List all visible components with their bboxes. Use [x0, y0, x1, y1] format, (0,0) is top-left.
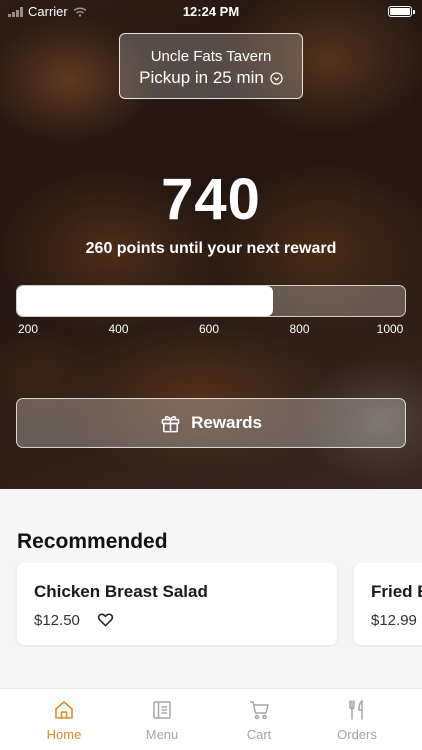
chevron-down-circle-icon	[270, 71, 283, 85]
progress-tick-labels: 200 400 600 800 1000	[16, 322, 406, 338]
hero-banner: Carrier 12:24 PM Uncle Fats Tavern Picku…	[0, 0, 422, 489]
recommended-carousel[interactable]: Chicken Breast Salad $12.50 Fried B $12.…	[0, 563, 422, 647]
item-price: $12.99	[371, 612, 417, 629]
tab-orders-label: Orders	[337, 727, 377, 742]
progress-tick-label: 800	[289, 322, 310, 336]
points-until-reward: 260 points until your next reward	[85, 240, 337, 257]
tab-home[interactable]: Home	[19, 689, 109, 750]
gift-icon	[161, 415, 180, 432]
rewards-progress-bar	[16, 285, 406, 317]
home-icon	[55, 701, 73, 719]
tab-cart-label: Cart	[246, 727, 272, 742]
rewards-progress-fill	[17, 286, 274, 316]
item-name: Fried B	[371, 582, 422, 601]
status-time: 12:24 PM	[182, 4, 240, 19]
bottom-tab-bar: Home Menu Cart Orders	[0, 688, 422, 750]
battery-icon	[388, 6, 415, 17]
progress-tick-label: 400	[108, 322, 129, 336]
pickup-label: Pickup in 25 min	[139, 68, 264, 87]
tab-home-label: Home	[46, 727, 82, 742]
status-bar: Carrier 12:24 PM	[0, 0, 422, 22]
recommended-item-card[interactable]: Fried B $12.99	[354, 563, 422, 645]
tab-menu[interactable]: Menu	[117, 689, 207, 750]
menu-icon	[153, 701, 171, 719]
tab-menu-label: Menu	[145, 727, 179, 742]
progress-tick-label: 600	[198, 322, 220, 336]
rewards-button-label: Rewards	[191, 413, 262, 432]
points-balance: 740	[161, 167, 261, 232]
favorite-heart-icon[interactable]	[97, 611, 114, 628]
pickup-time: Pickup in 25 min	[120, 68, 302, 88]
progress-tick-label: 1000	[376, 322, 404, 336]
recommended-item-card[interactable]: Chicken Breast Salad $12.50	[17, 563, 337, 645]
store-name: Uncle Fats Tavern	[150, 48, 272, 65]
tab-orders[interactable]: Orders	[312, 689, 402, 750]
tab-cart[interactable]: Cart	[214, 689, 304, 750]
item-name: Chicken Breast Salad	[34, 582, 208, 601]
fork-knife-icon	[349, 699, 363, 720]
recommended-title: Recommended	[17, 530, 168, 553]
progress-tick-label: 200	[17, 322, 39, 336]
store-selector[interactable]: Uncle Fats Tavern Pickup in 25 min	[119, 33, 303, 99]
rewards-button[interactable]: Rewards	[16, 398, 406, 448]
item-price: $12.50	[34, 612, 80, 629]
cart-icon	[250, 701, 269, 720]
